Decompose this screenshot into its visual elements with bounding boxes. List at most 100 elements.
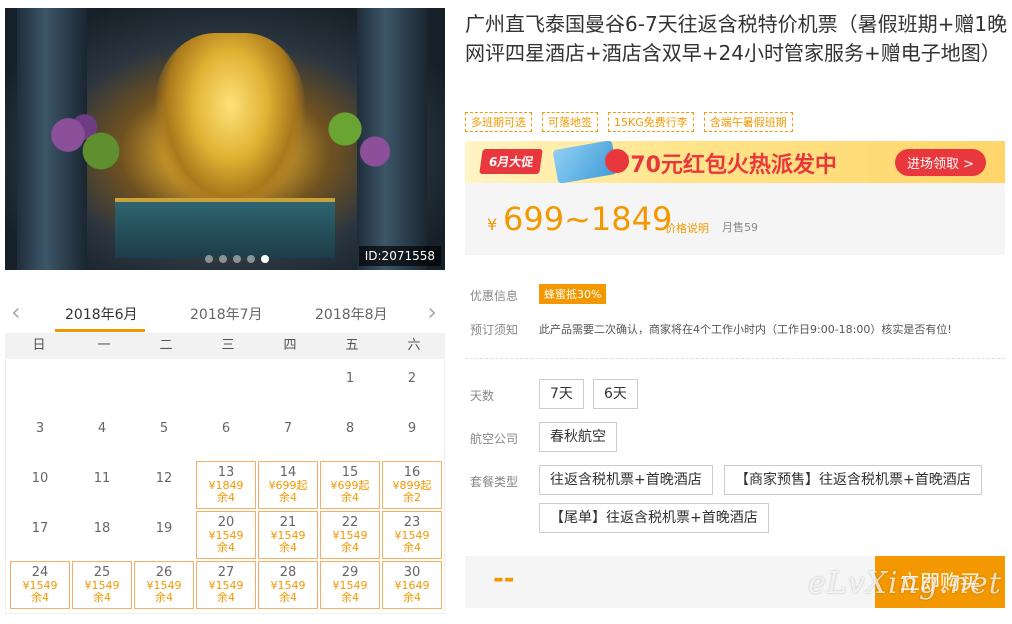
currency-symbol: ¥ — [487, 215, 498, 234]
calendar-day: 2 — [382, 361, 442, 409]
day-number: 19 — [155, 521, 173, 536]
calendar-day-available[interactable]: 28 ¥1549 余4 — [258, 561, 318, 609]
day-number: 2 — [407, 371, 417, 386]
calendar-day: 9 — [382, 411, 442, 459]
monthly-sales: 月售59 — [722, 221, 758, 234]
day-number: 20 — [217, 515, 235, 530]
calendar-day-available[interactable]: 14 ¥699起 余4 — [258, 461, 318, 509]
tab-month-june[interactable]: 2018年6月 — [65, 304, 138, 324]
calendar-weekday-header: 日 一 二 三 四 五 六 — [5, 333, 445, 359]
promo-badge-honey: 蜂蜜抵30% — [539, 284, 607, 304]
day-stock: 余4 — [341, 541, 359, 554]
day-number: 9 — [407, 421, 417, 436]
day-number: 5 — [159, 421, 169, 436]
day-stock: 余4 — [403, 541, 421, 554]
day-number: 25 — [93, 565, 111, 580]
day-number: 17 — [31, 521, 49, 536]
calendar-day: 11 — [72, 461, 132, 509]
claim-button[interactable]: 进场领取 > — [895, 149, 987, 176]
day-number: 1 — [345, 371, 355, 386]
flower-garland — [35, 103, 145, 183]
option-package-1[interactable]: 往返含税机票+首晚酒店 — [539, 465, 713, 495]
day-stock: 余2 — [403, 491, 421, 504]
price-range: 699~1849 — [503, 200, 673, 238]
calendar-day-available[interactable]: 29 ¥1549 余4 — [320, 561, 380, 609]
product-photo[interactable]: ID:2071558 — [5, 8, 445, 270]
days-label: 天数 — [470, 389, 495, 403]
tab-month-august[interactable]: 2018年8月 — [315, 304, 388, 324]
day-number: 18 — [93, 521, 111, 536]
calendar-day: 3 — [10, 411, 70, 459]
option-package-3[interactable]: 【尾单】往返含税机票+首晚酒店 — [539, 503, 769, 533]
day-number: 14 — [279, 465, 297, 480]
calendar-day-available[interactable]: 25 ¥1549 余4 — [72, 561, 132, 609]
feature-tag: 可落地签 — [542, 112, 598, 132]
weekday-label: 一 — [97, 338, 111, 353]
day-stock: 余4 — [279, 541, 297, 554]
calendar-day-available[interactable]: 23 ¥1549 余4 — [382, 511, 442, 559]
option-7-days[interactable]: 7天 — [539, 379, 584, 409]
promo-info-label: 优惠信息 — [470, 289, 519, 303]
day-number: 15 — [341, 465, 359, 480]
day-number: 22 — [341, 515, 359, 530]
slide-dot[interactable] — [205, 255, 213, 263]
promo-text: 770元红包火热派发中 — [615, 153, 837, 178]
day-stock: 余4 — [93, 591, 111, 604]
tab-month-july[interactable]: 2018年7月 — [190, 304, 263, 324]
calendar-day-available[interactable]: 30 ¥1649 余4 — [382, 561, 442, 609]
day-number: 6 — [221, 421, 231, 436]
calendar-day: 1 — [320, 361, 380, 409]
price-explain-link[interactable]: 价格说明 — [665, 220, 709, 236]
day-number: 27 — [217, 565, 235, 580]
day-number: 29 — [341, 565, 359, 580]
booking-notice-text: 此产品需要二次确认，商家将在4个工作小时内（工作日9:00-18:00）核实是否… — [539, 323, 952, 336]
calendar-day-available[interactable]: 13 ¥1849 余4 — [196, 461, 256, 509]
slide-dot[interactable] — [247, 255, 255, 263]
slide-dot[interactable] — [219, 255, 227, 263]
calendar-day-available[interactable]: 21 ¥1549 余4 — [258, 511, 318, 559]
calendar-day: 10 — [10, 461, 70, 509]
chevron-right-icon[interactable]: › — [427, 298, 437, 326]
calendar-day-available[interactable]: 27 ¥1549 余4 — [196, 561, 256, 609]
day-stock: 余4 — [341, 591, 359, 604]
weekday-label: 五 — [345, 338, 359, 353]
day-number: 28 — [279, 565, 297, 580]
day-number: 7 — [283, 421, 293, 436]
slide-indicator[interactable] — [205, 255, 269, 263]
feature-tag: 多班期可选 — [465, 112, 532, 132]
weekday-label: 四 — [283, 338, 297, 353]
weekday-label: 三 — [221, 338, 235, 353]
day-stock: 余4 — [217, 491, 235, 504]
option-airline[interactable]: 春秋航空 — [539, 422, 617, 452]
calendar-day: 17 — [10, 511, 70, 559]
package-label: 套餐类型 — [470, 475, 519, 489]
calendar-day-available[interactable]: 15 ¥699起 余4 — [320, 461, 380, 509]
feature-tag: 15KG免费行李 — [608, 112, 694, 132]
calendar-day-available[interactable]: 24 ¥1549 余4 — [10, 561, 70, 609]
calendar-month-nav: ‹ 2018年6月 2018年7月 2018年8月 › — [5, 292, 445, 332]
chevron-left-icon[interactable]: ‹ — [11, 298, 21, 326]
calendar-day: 12 — [134, 461, 194, 509]
product-title: 广州直飞泰国曼谷6-7天往返含税特价机票（暑假班期+赠1晚网评四星酒店+酒店含双… — [465, 12, 1008, 65]
calendar-day-available[interactable]: 20 ¥1549 余4 — [196, 511, 256, 559]
option-package-2[interactable]: 【商家预售】往返含税机票+首晚酒店 — [724, 465, 982, 495]
promo-banner[interactable]: 6月大促 770元红包火热派发中 进场领取 > — [465, 141, 1005, 183]
airline-label: 航空公司 — [470, 432, 519, 446]
option-6-days[interactable]: 6天 — [593, 379, 638, 409]
slide-dot[interactable] — [233, 255, 241, 263]
day-stock: 余4 — [279, 491, 297, 504]
day-stock: 余4 — [217, 541, 235, 554]
day-stock: 余4 — [279, 591, 297, 604]
product-id-label: ID:2071558 — [358, 246, 441, 266]
calendar-day-available[interactable]: 16 ¥899起 余2 — [382, 461, 442, 509]
day-number: 12 — [155, 471, 173, 486]
statue-throne — [115, 198, 335, 258]
day-number: 10 — [31, 471, 49, 486]
weekday-label: 六 — [407, 338, 421, 353]
day-number: 11 — [93, 471, 111, 486]
slide-dot-active[interactable] — [261, 255, 269, 263]
calendar-day-available[interactable]: 26 ¥1549 余4 — [134, 561, 194, 609]
calendar-day-available[interactable]: 22 ¥1549 余4 — [320, 511, 380, 559]
total-price: -- — [493, 564, 515, 594]
product-tags: 多班期可选 可落地签 15KG免费行李 含端午暑假班期 — [465, 112, 793, 132]
